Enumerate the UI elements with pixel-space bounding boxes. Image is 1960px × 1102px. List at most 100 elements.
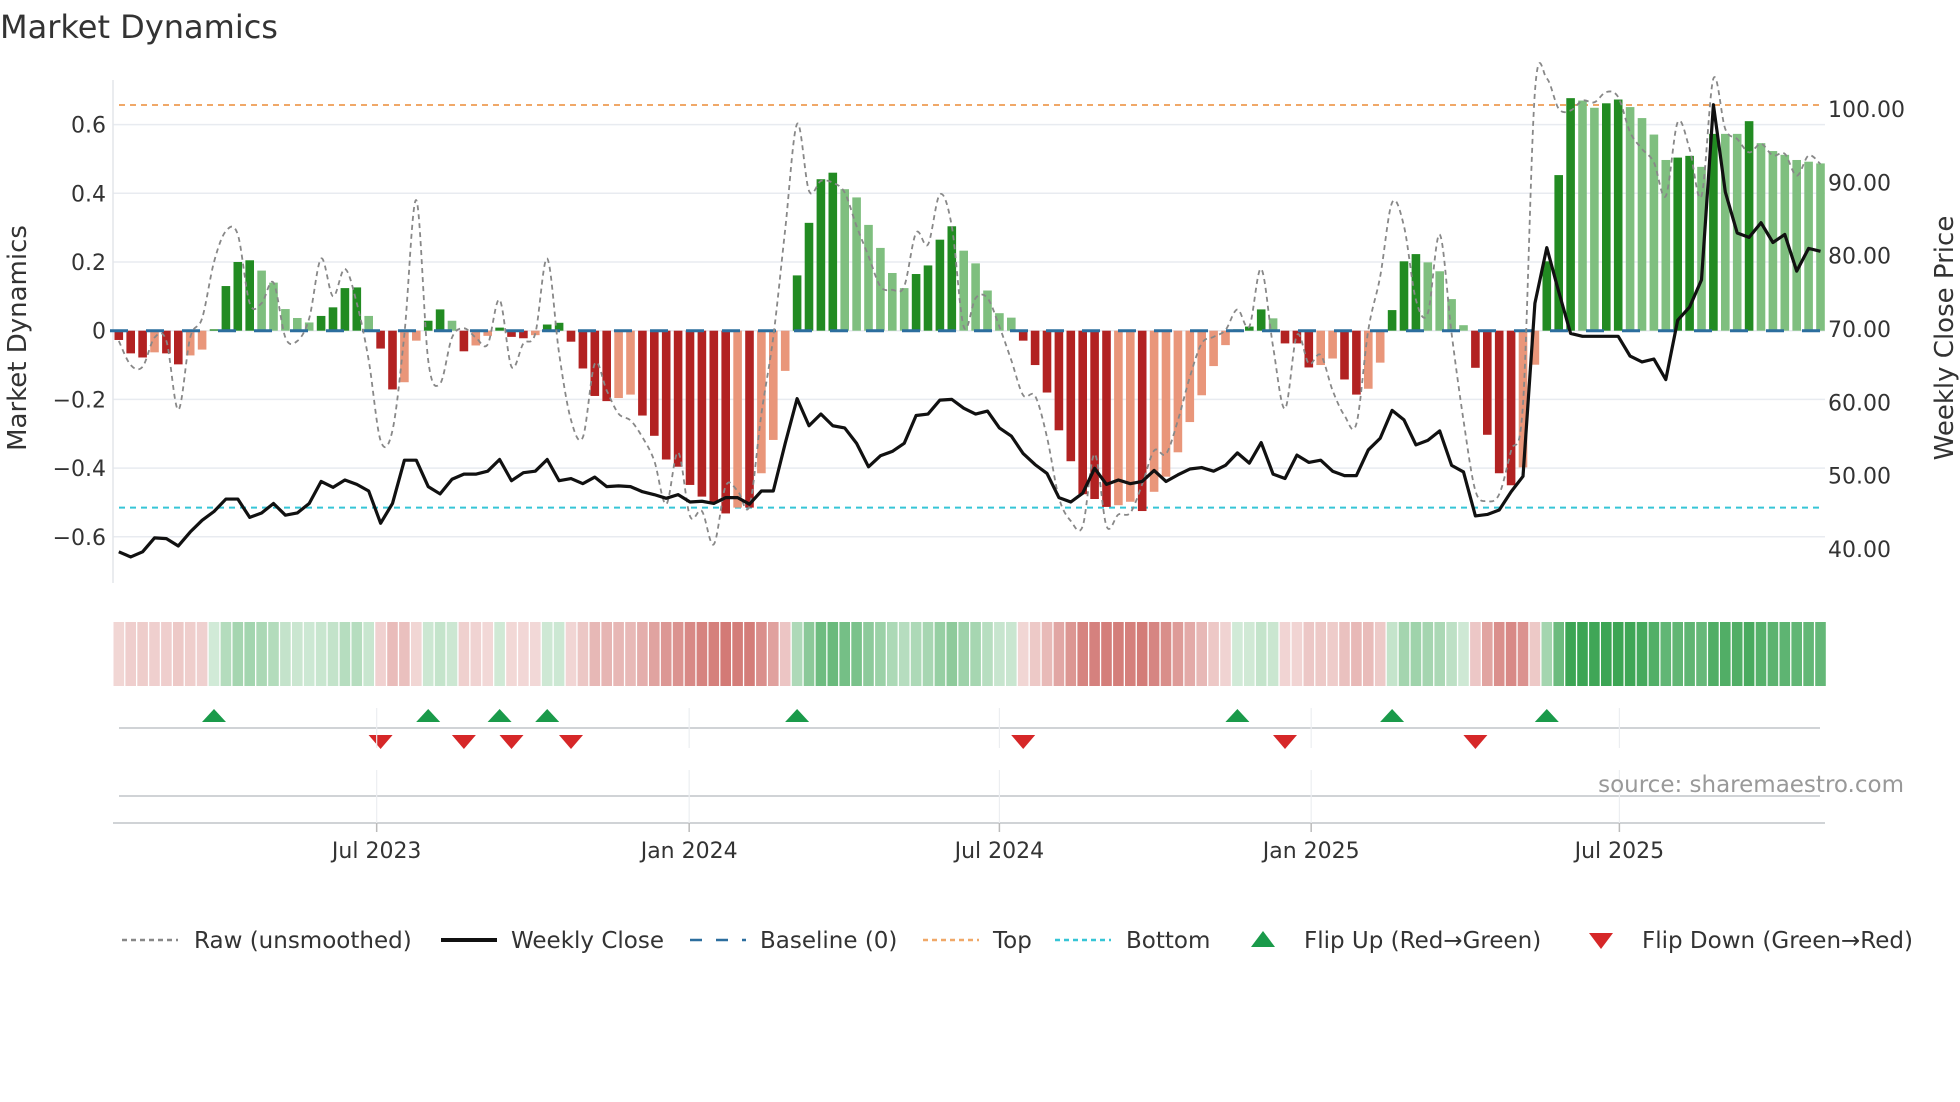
dynamics-bar	[745, 330, 754, 508]
strip-cell	[637, 622, 648, 686]
strip-cell	[649, 622, 660, 686]
strip-cell	[1125, 622, 1136, 686]
dynamics-bar	[1494, 330, 1504, 474]
strip-cell	[208, 622, 220, 686]
strip-cell	[839, 622, 850, 686]
legend-label: Baseline (0)	[760, 928, 897, 954]
strip-cell	[482, 622, 493, 686]
dynamics-bar	[1054, 330, 1064, 431]
dynamics-bar	[566, 330, 576, 342]
source-label: source: sharemaestro.com	[1598, 772, 1904, 798]
strip-cell	[1232, 622, 1243, 686]
dynamics-bar	[1744, 121, 1754, 331]
regime-strip	[113, 622, 1826, 686]
dynamics-bar	[1328, 330, 1337, 359]
strip-cell	[1696, 622, 1707, 686]
strip-cell	[530, 622, 541, 686]
dynamics-bar	[650, 330, 659, 436]
dynamics-bar	[638, 330, 647, 416]
left-tick-label: 0	[92, 320, 106, 345]
strip-cell	[1267, 622, 1279, 686]
dynamics-bar	[959, 250, 968, 331]
strip-cell	[315, 622, 327, 686]
flip-up-marker	[487, 709, 512, 722]
legend: Raw (unsmoothed) Weekly Close Baseline (0)…	[122, 928, 1913, 954]
dynamics-bar	[471, 330, 481, 346]
strip-cell	[1339, 622, 1350, 686]
strip-cell	[1422, 622, 1434, 686]
strip-cell	[1017, 622, 1029, 686]
strip-cell	[910, 622, 922, 686]
strip-cell	[696, 622, 708, 686]
strip-cell	[1684, 622, 1695, 686]
dynamics-bar	[816, 179, 826, 331]
dynamics-bar	[1316, 330, 1325, 366]
strip-cell	[149, 622, 160, 686]
dynamics-bar	[400, 330, 409, 383]
right-tick-label: 40.00	[1828, 538, 1891, 563]
dynamics-bar	[1340, 330, 1349, 380]
strip-cell	[1624, 622, 1636, 686]
strip-cell	[422, 622, 434, 686]
right-axis-label: Weekly Close Price	[1930, 216, 1960, 461]
dynamics-bar	[1602, 103, 1611, 331]
strip-cell	[1398, 622, 1410, 686]
dynamics-bar	[661, 330, 671, 460]
strip-cell	[803, 622, 815, 686]
left-tick-label: −0.6	[53, 526, 106, 551]
strip-cell	[1743, 622, 1755, 686]
strip-cell	[1731, 622, 1743, 686]
dynamics-bar	[578, 330, 588, 369]
dynamics-bar	[1471, 330, 1480, 368]
strip-cell	[1636, 622, 1648, 686]
market-dynamics-chart: Market Dynamics −0.6 −0.4 −0.2 0 0.2 0.4 0.6 4…	[0, 8, 1960, 954]
strip-cell	[411, 622, 422, 686]
strip-cell	[1089, 622, 1100, 686]
strip-cell	[922, 622, 934, 686]
strip-cell	[1434, 622, 1445, 686]
dynamics-bar	[221, 286, 231, 331]
strip-cell	[1541, 622, 1553, 686]
flip-up-marker	[1225, 709, 1250, 722]
strip-cell	[553, 622, 565, 686]
right-axis-ticks: 40.00 50.00 60.00 70.00 80.00 90.00 100.00	[1828, 98, 1905, 563]
strip-cell	[280, 622, 291, 686]
flip-down-marker	[1273, 735, 1297, 749]
dynamics-bar	[1149, 330, 1159, 492]
dynamics-bar	[352, 287, 362, 331]
flip-down-marker	[451, 735, 476, 749]
dynamics-bar	[1423, 262, 1433, 331]
dynamics-bar	[1637, 118, 1647, 331]
strip-cell	[625, 622, 636, 686]
strip-cell	[327, 622, 339, 686]
dynamics-bar	[935, 239, 945, 331]
strip-cell	[494, 622, 505, 686]
dynamics-bar	[328, 307, 338, 331]
strip-cell	[875, 622, 886, 686]
dynamics-bar	[1459, 325, 1468, 331]
strip-cell	[375, 622, 386, 686]
strip-cell	[173, 622, 184, 686]
left-axis-label: Market Dynamics	[3, 225, 33, 451]
strip-cell	[1601, 622, 1612, 686]
dynamics-bar	[1590, 107, 1599, 331]
dynamics-bar	[257, 270, 266, 331]
strip-cell	[506, 622, 517, 686]
strip-cell	[458, 622, 470, 686]
strip-cell	[970, 622, 981, 686]
dynamics-bar	[1304, 330, 1314, 368]
dynamics-bar	[1030, 330, 1040, 366]
strip-cell	[303, 622, 315, 686]
strip-cell	[1374, 622, 1386, 686]
strip-cell	[1493, 622, 1505, 686]
dynamics-bar	[388, 330, 397, 390]
dynamics-bar	[1649, 134, 1659, 331]
dynamics-bar	[1066, 330, 1076, 462]
strip-cell	[256, 622, 267, 686]
right-tick-label: 60.00	[1828, 391, 1891, 416]
strip-cell	[518, 622, 529, 686]
dynamics-bar	[293, 317, 302, 331]
strip-cell	[1029, 622, 1041, 686]
left-axis-ticks: −0.6 −0.4 −0.2 0 0.2 0.4 0.6	[53, 114, 106, 551]
strip-cell	[863, 622, 874, 686]
